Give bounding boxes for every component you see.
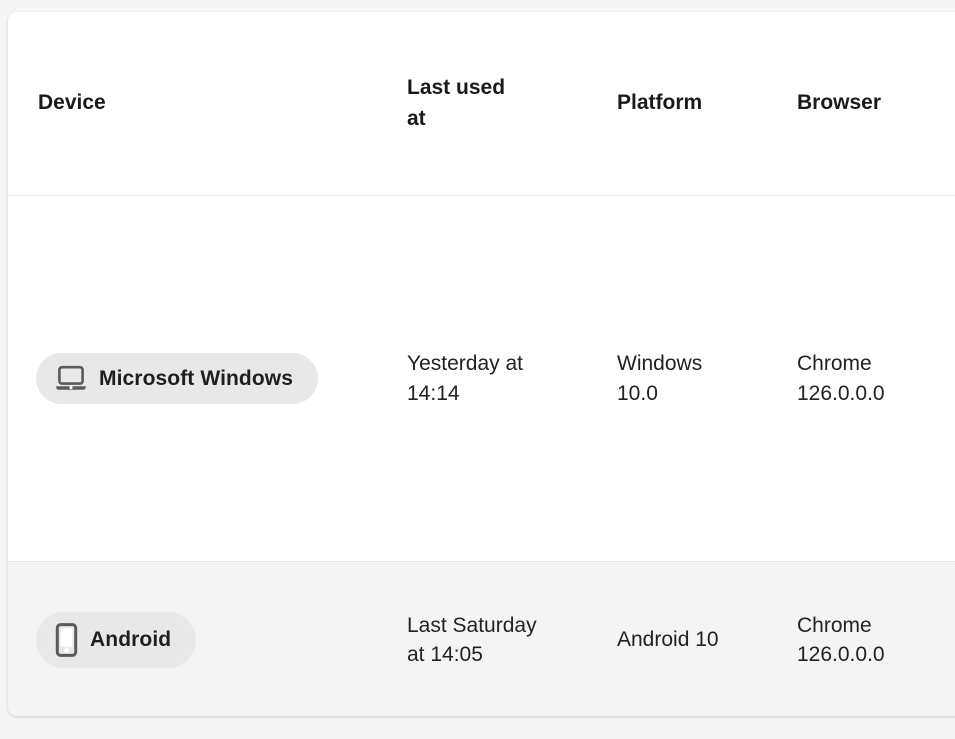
table-row[interactable]: Microsoft Windows Yesterday at 14:14 Win… xyxy=(8,195,955,562)
devices-card: Device Last used at Platform Browser Mic… xyxy=(8,12,955,716)
device-pill-label: Android xyxy=(90,628,172,652)
browser-cell: Chrome 126.0.0.0 xyxy=(777,561,955,716)
device-cell: Microsoft Windows xyxy=(8,195,407,562)
column-header-browser[interactable]: Browser xyxy=(777,12,955,196)
platform-value: Windows 10.0 xyxy=(617,352,703,405)
platform-cell: Windows 10.0 xyxy=(597,195,777,562)
last-used-at-value: Yesterday at 14:14 xyxy=(407,352,523,405)
table-header: Device Last used at Platform Browser xyxy=(8,12,955,196)
column-header-platform[interactable]: Platform xyxy=(597,12,777,196)
device-pill-microsoft-windows[interactable]: Microsoft Windows xyxy=(36,352,319,405)
platform-value: Android 10 xyxy=(617,628,719,652)
browser-cell: Chrome 126.0.0.0 xyxy=(777,195,955,562)
device-pill-label: Microsoft Windows xyxy=(99,366,294,390)
laptop-icon xyxy=(55,365,87,392)
device-pill-android[interactable]: Android xyxy=(36,612,197,668)
column-header-last-used-at[interactable]: Last used at xyxy=(407,12,597,196)
browser-value: Chrome 126.0.0.0 xyxy=(797,352,885,405)
table-header-row: Device Last used at Platform Browser xyxy=(8,12,955,196)
column-header-platform-label: Platform xyxy=(617,91,703,115)
device-cell: Android xyxy=(8,561,407,716)
last-used-at-cell: Yesterday at 14:14 xyxy=(407,195,597,562)
table-body: Microsoft Windows Yesterday at 14:14 Win… xyxy=(8,195,955,716)
last-used-at-value: Last Saturday at 14:05 xyxy=(407,613,537,666)
mobile-phone-icon xyxy=(55,623,78,657)
table-row[interactable]: Android Last Saturday at 14:05 Android 1… xyxy=(8,561,955,716)
devices-table: Device Last used at Platform Browser Mic… xyxy=(8,12,955,716)
platform-cell: Android 10 xyxy=(597,561,777,716)
browser-value: Chrome 126.0.0.0 xyxy=(797,613,885,666)
last-used-at-cell: Last Saturday at 14:05 xyxy=(407,561,597,716)
column-header-browser-label: Browser xyxy=(797,91,882,115)
